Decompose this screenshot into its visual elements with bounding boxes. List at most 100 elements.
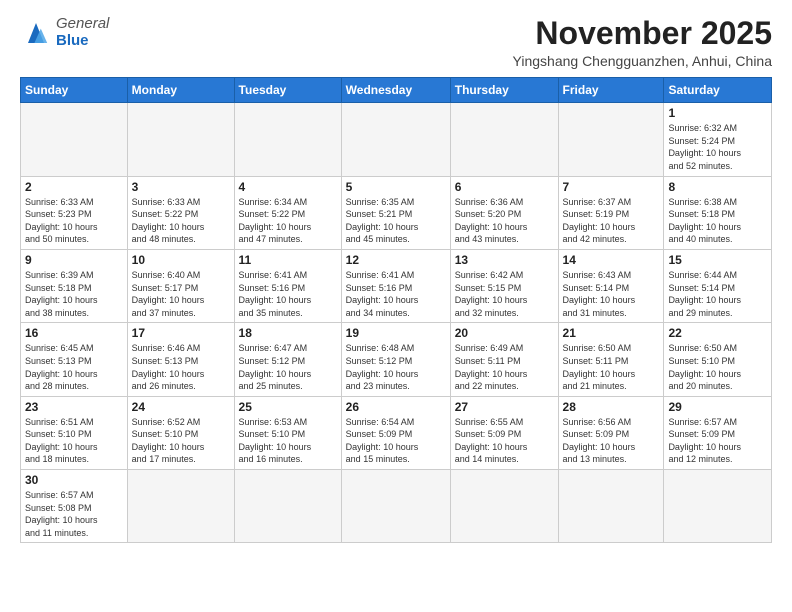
day-info: Sunrise: 6:57 AM Sunset: 5:08 PM Dayligh…	[25, 489, 123, 539]
day-number: 28	[563, 400, 660, 414]
weekday-header-sunday: Sunday	[21, 78, 128, 103]
calendar-cell: 17 Sunrise: 6:46 AM Sunset: 5:13 PM Dayli…	[127, 323, 234, 396]
calendar-cell: 2 Sunrise: 6:33 AM Sunset: 5:23 PM Daylig…	[21, 176, 128, 249]
day-info: Sunrise: 6:48 AM Sunset: 5:12 PM Dayligh…	[346, 342, 446, 392]
day-number: 13	[455, 253, 554, 267]
day-info: Sunrise: 6:33 AM Sunset: 5:22 PM Dayligh…	[132, 196, 230, 246]
calendar-week-4: 23Sunrise: 6:51 AM Sunset: 5:10 PM Dayli…	[21, 396, 772, 469]
day-number: 12	[346, 253, 446, 267]
day-info: Sunrise: 6:35 AM Sunset: 5:21 PM Dayligh…	[346, 196, 446, 246]
day-info: Sunrise: 6:39 AM Sunset: 5:18 PM Dayligh…	[25, 269, 123, 319]
day-number: 3	[132, 180, 230, 194]
day-number: 30	[25, 473, 123, 487]
day-number: 22	[668, 326, 767, 340]
calendar-cell	[127, 470, 234, 543]
page: General Blue November 2025 Yingshang Che…	[0, 0, 792, 553]
calendar-cell: 16 Sunrise: 6:45 AM Sunset: 5:13 PM Dayli…	[21, 323, 128, 396]
day-number: 1	[668, 106, 767, 120]
calendar-week-5: 30 Sunrise: 6:57 AM Sunset: 5:08 PM Dayli…	[21, 470, 772, 543]
calendar-week-1: 2 Sunrise: 6:33 AM Sunset: 5:23 PM Daylig…	[21, 176, 772, 249]
day-info: Sunrise: 6:45 AM Sunset: 5:13 PM Dayligh…	[25, 342, 123, 392]
day-number: 8	[668, 180, 767, 194]
calendar-cell: 19 Sunrise: 6:48 AM Sunset: 5:12 PM Dayli…	[341, 323, 450, 396]
day-info: Sunrise: 6:43 AM Sunset: 5:14 PM Dayligh…	[563, 269, 660, 319]
day-info: Sunrise: 6:56 AM Sunset: 5:09 PM Dayligh…	[563, 416, 660, 466]
calendar-cell: 26Sunrise: 6:54 AM Sunset: 5:09 PM Dayli…	[341, 396, 450, 469]
day-info: Sunrise: 6:34 AM Sunset: 5:22 PM Dayligh…	[239, 196, 337, 246]
calendar: SundayMondayTuesdayWednesdayThursdayFrid…	[20, 77, 772, 543]
day-number: 17	[132, 326, 230, 340]
weekday-header-tuesday: Tuesday	[234, 78, 341, 103]
day-number: 21	[563, 326, 660, 340]
calendar-cell: 18 Sunrise: 6:47 AM Sunset: 5:12 PM Dayli…	[234, 323, 341, 396]
day-number: 15	[668, 253, 767, 267]
day-info: Sunrise: 6:55 AM Sunset: 5:09 PM Dayligh…	[455, 416, 554, 466]
day-number: 27	[455, 400, 554, 414]
calendar-cell: 15 Sunrise: 6:44 AM Sunset: 5:14 PM Dayli…	[664, 249, 772, 322]
day-number: 2	[25, 180, 123, 194]
calendar-cell: 28 Sunrise: 6:56 AM Sunset: 5:09 PM Dayli…	[558, 396, 664, 469]
day-info: Sunrise: 6:52 AM Sunset: 5:10 PM Dayligh…	[132, 416, 230, 466]
logo-text: General Blue	[56, 16, 109, 49]
calendar-cell: 11Sunrise: 6:41 AM Sunset: 5:16 PM Dayli…	[234, 249, 341, 322]
day-info: Sunrise: 6:44 AM Sunset: 5:14 PM Dayligh…	[668, 269, 767, 319]
day-number: 14	[563, 253, 660, 267]
day-number: 23	[25, 400, 123, 414]
calendar-cell: 23Sunrise: 6:51 AM Sunset: 5:10 PM Dayli…	[21, 396, 128, 469]
day-info: Sunrise: 6:46 AM Sunset: 5:13 PM Dayligh…	[132, 342, 230, 392]
day-info: Sunrise: 6:49 AM Sunset: 5:11 PM Dayligh…	[455, 342, 554, 392]
day-number: 10	[132, 253, 230, 267]
calendar-week-0: 1 Sunrise: 6:32 AM Sunset: 5:24 PM Daylig…	[21, 103, 772, 176]
day-number: 6	[455, 180, 554, 194]
calendar-cell: 29 Sunrise: 6:57 AM Sunset: 5:09 PM Dayli…	[664, 396, 772, 469]
day-number: 19	[346, 326, 446, 340]
day-info: Sunrise: 6:53 AM Sunset: 5:10 PM Dayligh…	[239, 416, 337, 466]
calendar-cell: 8 Sunrise: 6:38 AM Sunset: 5:18 PM Daylig…	[664, 176, 772, 249]
day-number: 26	[346, 400, 446, 414]
day-number: 24	[132, 400, 230, 414]
calendar-cell	[558, 103, 664, 176]
calendar-cell: 24 Sunrise: 6:52 AM Sunset: 5:10 PM Dayli…	[127, 396, 234, 469]
day-number: 9	[25, 253, 123, 267]
day-number: 18	[239, 326, 337, 340]
calendar-cell	[127, 103, 234, 176]
calendar-week-2: 9 Sunrise: 6:39 AM Sunset: 5:18 PM Daylig…	[21, 249, 772, 322]
day-number: 7	[563, 180, 660, 194]
day-number: 29	[668, 400, 767, 414]
day-info: Sunrise: 6:50 AM Sunset: 5:10 PM Dayligh…	[668, 342, 767, 392]
day-info: Sunrise: 6:33 AM Sunset: 5:23 PM Dayligh…	[25, 196, 123, 246]
day-info: Sunrise: 6:38 AM Sunset: 5:18 PM Dayligh…	[668, 196, 767, 246]
calendar-cell	[234, 470, 341, 543]
calendar-week-3: 16 Sunrise: 6:45 AM Sunset: 5:13 PM Dayli…	[21, 323, 772, 396]
calendar-cell	[558, 470, 664, 543]
calendar-cell	[341, 470, 450, 543]
day-number: 16	[25, 326, 123, 340]
weekday-header-thursday: Thursday	[450, 78, 558, 103]
calendar-cell: 25 Sunrise: 6:53 AM Sunset: 5:10 PM Dayli…	[234, 396, 341, 469]
day-number: 20	[455, 326, 554, 340]
calendar-cell: 6Sunrise: 6:36 AM Sunset: 5:20 PM Daylig…	[450, 176, 558, 249]
day-number: 5	[346, 180, 446, 194]
calendar-cell: 22 Sunrise: 6:50 AM Sunset: 5:10 PM Dayli…	[664, 323, 772, 396]
calendar-cell: 9 Sunrise: 6:39 AM Sunset: 5:18 PM Daylig…	[21, 249, 128, 322]
calendar-cell: 13Sunrise: 6:42 AM Sunset: 5:15 PM Dayli…	[450, 249, 558, 322]
calendar-cell	[21, 103, 128, 176]
day-info: Sunrise: 6:57 AM Sunset: 5:09 PM Dayligh…	[668, 416, 767, 466]
day-info: Sunrise: 6:50 AM Sunset: 5:11 PM Dayligh…	[563, 342, 660, 392]
day-info: Sunrise: 6:47 AM Sunset: 5:12 PM Dayligh…	[239, 342, 337, 392]
calendar-cell: 4Sunrise: 6:34 AM Sunset: 5:22 PM Daylig…	[234, 176, 341, 249]
calendar-cell: 1 Sunrise: 6:32 AM Sunset: 5:24 PM Daylig…	[664, 103, 772, 176]
weekday-header-wednesday: Wednesday	[341, 78, 450, 103]
calendar-cell: 21 Sunrise: 6:50 AM Sunset: 5:11 PM Dayli…	[558, 323, 664, 396]
logo: General Blue	[20, 16, 109, 49]
calendar-cell: 12Sunrise: 6:41 AM Sunset: 5:16 PM Dayli…	[341, 249, 450, 322]
calendar-cell	[234, 103, 341, 176]
calendar-cell	[664, 470, 772, 543]
weekday-header-row: SundayMondayTuesdayWednesdayThursdayFrid…	[21, 78, 772, 103]
weekday-header-friday: Friday	[558, 78, 664, 103]
weekday-header-saturday: Saturday	[664, 78, 772, 103]
day-number: 25	[239, 400, 337, 414]
day-info: Sunrise: 6:32 AM Sunset: 5:24 PM Dayligh…	[668, 122, 767, 172]
month-title: November 2025	[513, 16, 772, 51]
day-number: 11	[239, 253, 337, 267]
